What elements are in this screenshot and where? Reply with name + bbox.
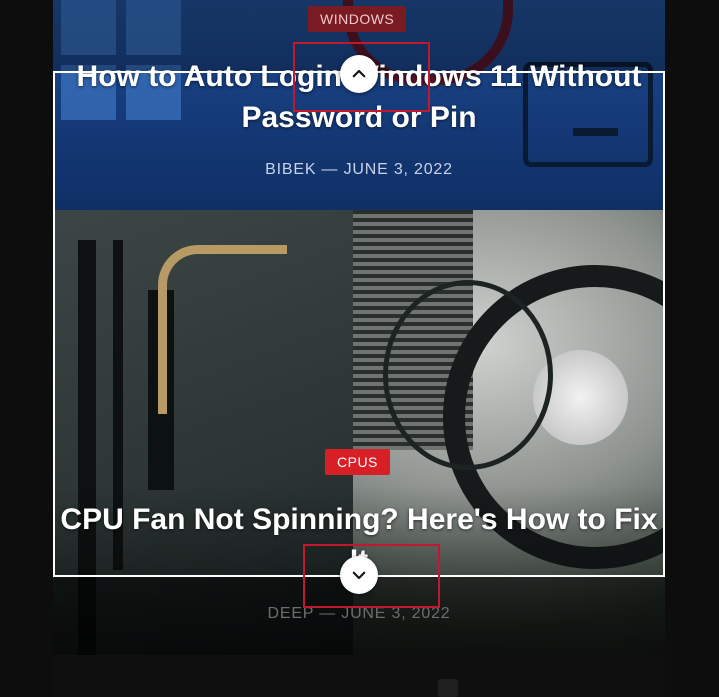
scroll-up-button[interactable] (340, 55, 378, 93)
viewport-frame (53, 71, 665, 577)
chevron-down-icon (352, 571, 366, 580)
category-badge-windows[interactable]: WINDOWS (308, 6, 407, 32)
chevron-up-icon (352, 69, 366, 78)
scroll-down-button[interactable] (340, 556, 378, 594)
